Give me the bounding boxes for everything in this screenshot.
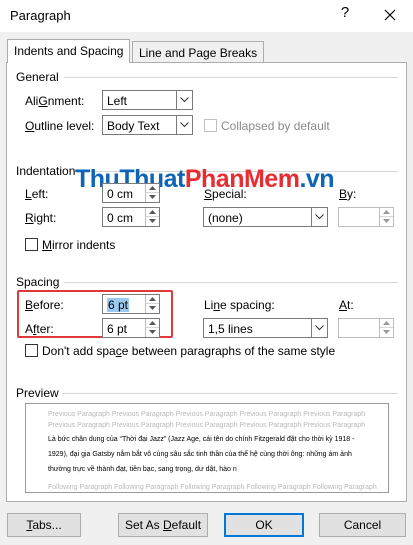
spacing-after-label: After:: [25, 322, 54, 336]
spacing-before-spinner[interactable]: 6 pt: [102, 294, 160, 314]
tab-line-and-page-breaks[interactable]: Line and Page Breaks: [132, 41, 265, 63]
spacing-after-spinner[interactable]: 6 pt: [102, 318, 160, 338]
chevron-down-icon: [176, 116, 192, 134]
outline-level-select[interactable]: Body Text: [102, 115, 193, 135]
collapsed-by-default-checkbox[interactable]: [204, 119, 217, 132]
chevron-down-icon: [176, 91, 192, 109]
left-indent-value: 0 cm: [107, 187, 134, 201]
tab-indents-and-spacing[interactable]: Indents and Spacing: [7, 39, 131, 63]
preview-previous-paragraph: Previous Paragraph Previous Paragraph Pr…: [48, 422, 366, 429]
alignment-label: AliGnment:: [25, 94, 85, 108]
section-spacing-heading: Spacing: [16, 275, 60, 289]
collapsed-by-default-label: Collapsed by default: [221, 119, 330, 133]
preview-sample-line: thường trực về thành đạt, tiền bạc, sang…: [48, 466, 237, 473]
divider: [64, 77, 398, 78]
left-indent-spinner[interactable]: 0 cm: [102, 183, 160, 203]
right-indent-spinner[interactable]: 0 cm: [102, 207, 160, 227]
at-spinner[interactable]: [338, 318, 394, 338]
outline-level-value: Body Text: [107, 119, 160, 133]
spin-up-button[interactable]: [146, 319, 159, 328]
line-spacing-value: 1,5 lines: [208, 322, 253, 336]
tab-label: Indents and Spacing: [14, 44, 124, 58]
spin-down-button[interactable]: [146, 217, 159, 226]
preview-following-paragraph: Following Paragraph Following Paragraph …: [48, 484, 377, 491]
help-button[interactable]: ?: [336, 4, 354, 26]
spacing-before-label: Before:: [25, 298, 64, 312]
right-indent-value: 0 cm: [107, 211, 134, 225]
divider: [62, 393, 398, 394]
special-value: (none): [208, 211, 243, 225]
special-select[interactable]: (none): [203, 207, 328, 227]
spin-up-button[interactable]: [146, 184, 159, 193]
chevron-down-icon: [311, 319, 327, 337]
spin-down-button[interactable]: [146, 304, 159, 313]
tabs-button[interactable]: Tabs...: [7, 513, 81, 537]
special-label: Special:: [204, 187, 247, 201]
section-general-heading: General: [16, 70, 59, 84]
alignment-select[interactable]: Left: [102, 90, 193, 110]
preview-box: Previous Paragraph Previous Paragraph Pr…: [25, 403, 389, 493]
ok-button[interactable]: OK: [224, 513, 304, 537]
preview-previous-paragraph: Previous Paragraph Previous Paragraph Pr…: [48, 411, 366, 418]
by-label: By:: [339, 187, 357, 201]
section-indentation-heading: Indentation: [16, 164, 76, 178]
spin-down-button[interactable]: [146, 328, 159, 337]
spin-down-button[interactable]: [380, 217, 393, 226]
preview-sample-line: 1929), đại gia Gatsby nắm bắt vô cùng sâ…: [48, 451, 352, 458]
spin-up-button[interactable]: [380, 319, 393, 328]
right-indent-label: Right:: [25, 211, 57, 225]
line-spacing-label: Line spacing:: [204, 298, 275, 312]
close-icon: [384, 9, 396, 21]
close-button[interactable]: [380, 4, 400, 26]
spin-down-button[interactable]: [146, 193, 159, 202]
dialog-title: Paragraph: [10, 8, 71, 23]
left-indent-label: Left:: [25, 187, 49, 201]
mirror-indents-checkbox[interactable]: [25, 238, 38, 251]
dont-add-space-checkbox[interactable]: [25, 344, 38, 357]
preview-sample-line: Là bức chân dung của “Thời đại Jazz” (Ja…: [48, 436, 355, 443]
section-preview-heading: Preview: [16, 386, 59, 400]
spin-up-button[interactable]: [380, 208, 393, 217]
divider: [64, 282, 398, 283]
mirror-indents-label: Mirror indents: [42, 238, 116, 252]
outline-level-label: Outline level:: [25, 119, 95, 133]
spin-up-button[interactable]: [146, 295, 159, 304]
line-spacing-select[interactable]: 1,5 lines: [203, 318, 328, 338]
tab-label: Line and Page Breaks: [139, 46, 258, 60]
chevron-down-icon: [311, 208, 327, 226]
spacing-before-value: 6 pt: [107, 298, 130, 312]
spin-down-button[interactable]: [380, 328, 393, 337]
spin-up-button[interactable]: [146, 208, 159, 217]
dont-add-space-label: Don't add space between paragraphs of th…: [42, 344, 336, 358]
alignment-value: Left: [107, 94, 128, 108]
by-spinner[interactable]: [338, 207, 394, 227]
spacing-after-value: 6 pt: [107, 322, 128, 336]
set-as-default-button[interactable]: Set As Default: [118, 513, 208, 537]
at-label: At:: [339, 298, 354, 312]
cancel-button[interactable]: Cancel: [319, 513, 406, 537]
